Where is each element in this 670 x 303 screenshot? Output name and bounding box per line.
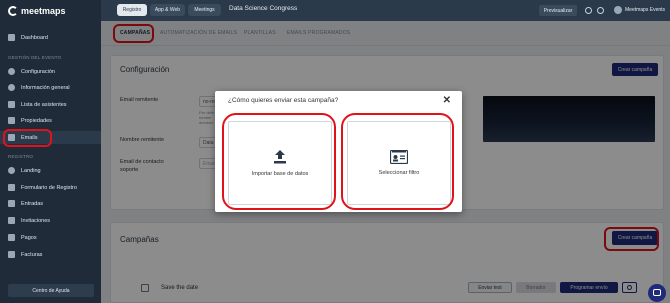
card-icon [8,234,15,241]
modal-title: ¿Cómo quieres enviar esta campaña? [228,97,339,104]
sidebar-item-label: Propiedades [21,117,52,124]
tab-registro[interactable]: Registro [117,4,147,16]
invoice-icon [8,251,15,258]
sidebar-item-label: Formulario de Registro [21,184,77,191]
info-icon [8,84,15,91]
sidebar-item-label: Información general [21,84,70,91]
sidebar-item-formulario[interactable]: Formulario de Registro [0,181,101,194]
app: meetmaps Dashboard GESTIÓN DEL EVENTO Co… [0,0,670,303]
sidebar-item-entradas[interactable]: Entradas [0,197,101,210]
sidebar-item-label: Landing [21,167,41,174]
sidebar-item-propiedades[interactable]: Propiedades [0,114,101,127]
globe-icon [8,167,15,174]
highlight-ring [341,113,454,210]
sidebar: meetmaps Dashboard GESTIÓN DEL EVENTO Co… [0,0,101,303]
sidebar-item-label: Dashboard [21,34,48,41]
help-center-button[interactable]: Centro de Ayuda [8,284,94,297]
sidebar-item-dashboard[interactable]: Dashboard [0,31,101,44]
event-name: Data Science Congress [229,5,298,12]
preview-button[interactable]: Previsualizar [539,5,577,16]
sidebar-section-registro: REGISTRO [8,154,34,159]
tab-meetings[interactable]: Meetings [188,4,221,16]
sidebar-item-label: Lista de asistentes [21,101,67,108]
highlight-ring [3,129,52,147]
logo[interactable]: meetmaps [8,5,66,17]
grid-icon [8,34,15,41]
logo-text: meetmaps [21,6,66,16]
sidebar-item-facturas[interactable]: Facturas [0,248,101,261]
sidebar-item-invitaciones[interactable]: Invitaciones [0,214,101,227]
sidebar-item-configuracion[interactable]: Configuración [0,65,101,78]
chat-icon [653,289,661,296]
topbar: Registro App & Web Meetings Data Science… [101,0,670,21]
list-icon [8,117,15,124]
avatar[interactable] [614,6,622,14]
ticket-icon [8,200,15,207]
logo-icon [8,6,18,16]
sidebar-item-landing[interactable]: Landing [0,164,101,177]
envelope-icon [8,217,15,224]
form-icon [8,184,15,191]
sidebar-item-label: Pagos [21,234,37,241]
sidebar-item-label: Configuración [21,68,55,75]
sidebar-item-label: Invitaciones [21,217,51,224]
user-name[interactable]: Meetmaps Events [625,7,665,13]
gear-icon [8,68,15,75]
sidebar-section-event: GESTIÓN DEL EVENTO [8,55,62,60]
close-icon[interactable]: ✕ [443,95,451,106]
sidebar-item-label: Entradas [21,200,44,207]
sidebar-item-asistentes[interactable]: Lista de asistentes [0,98,101,111]
sidebar-item-pagos[interactable]: Pagos [0,231,101,244]
highlight-ring [222,113,336,210]
help-icon[interactable] [597,7,604,14]
sidebar-item-informacion[interactable]: Información general [0,81,101,94]
people-icon [8,101,15,108]
chat-button[interactable] [648,284,666,302]
bell-icon[interactable] [585,7,592,14]
tab-app-web[interactable]: App & Web [150,4,185,16]
sidebar-item-label: Facturas [21,251,43,258]
